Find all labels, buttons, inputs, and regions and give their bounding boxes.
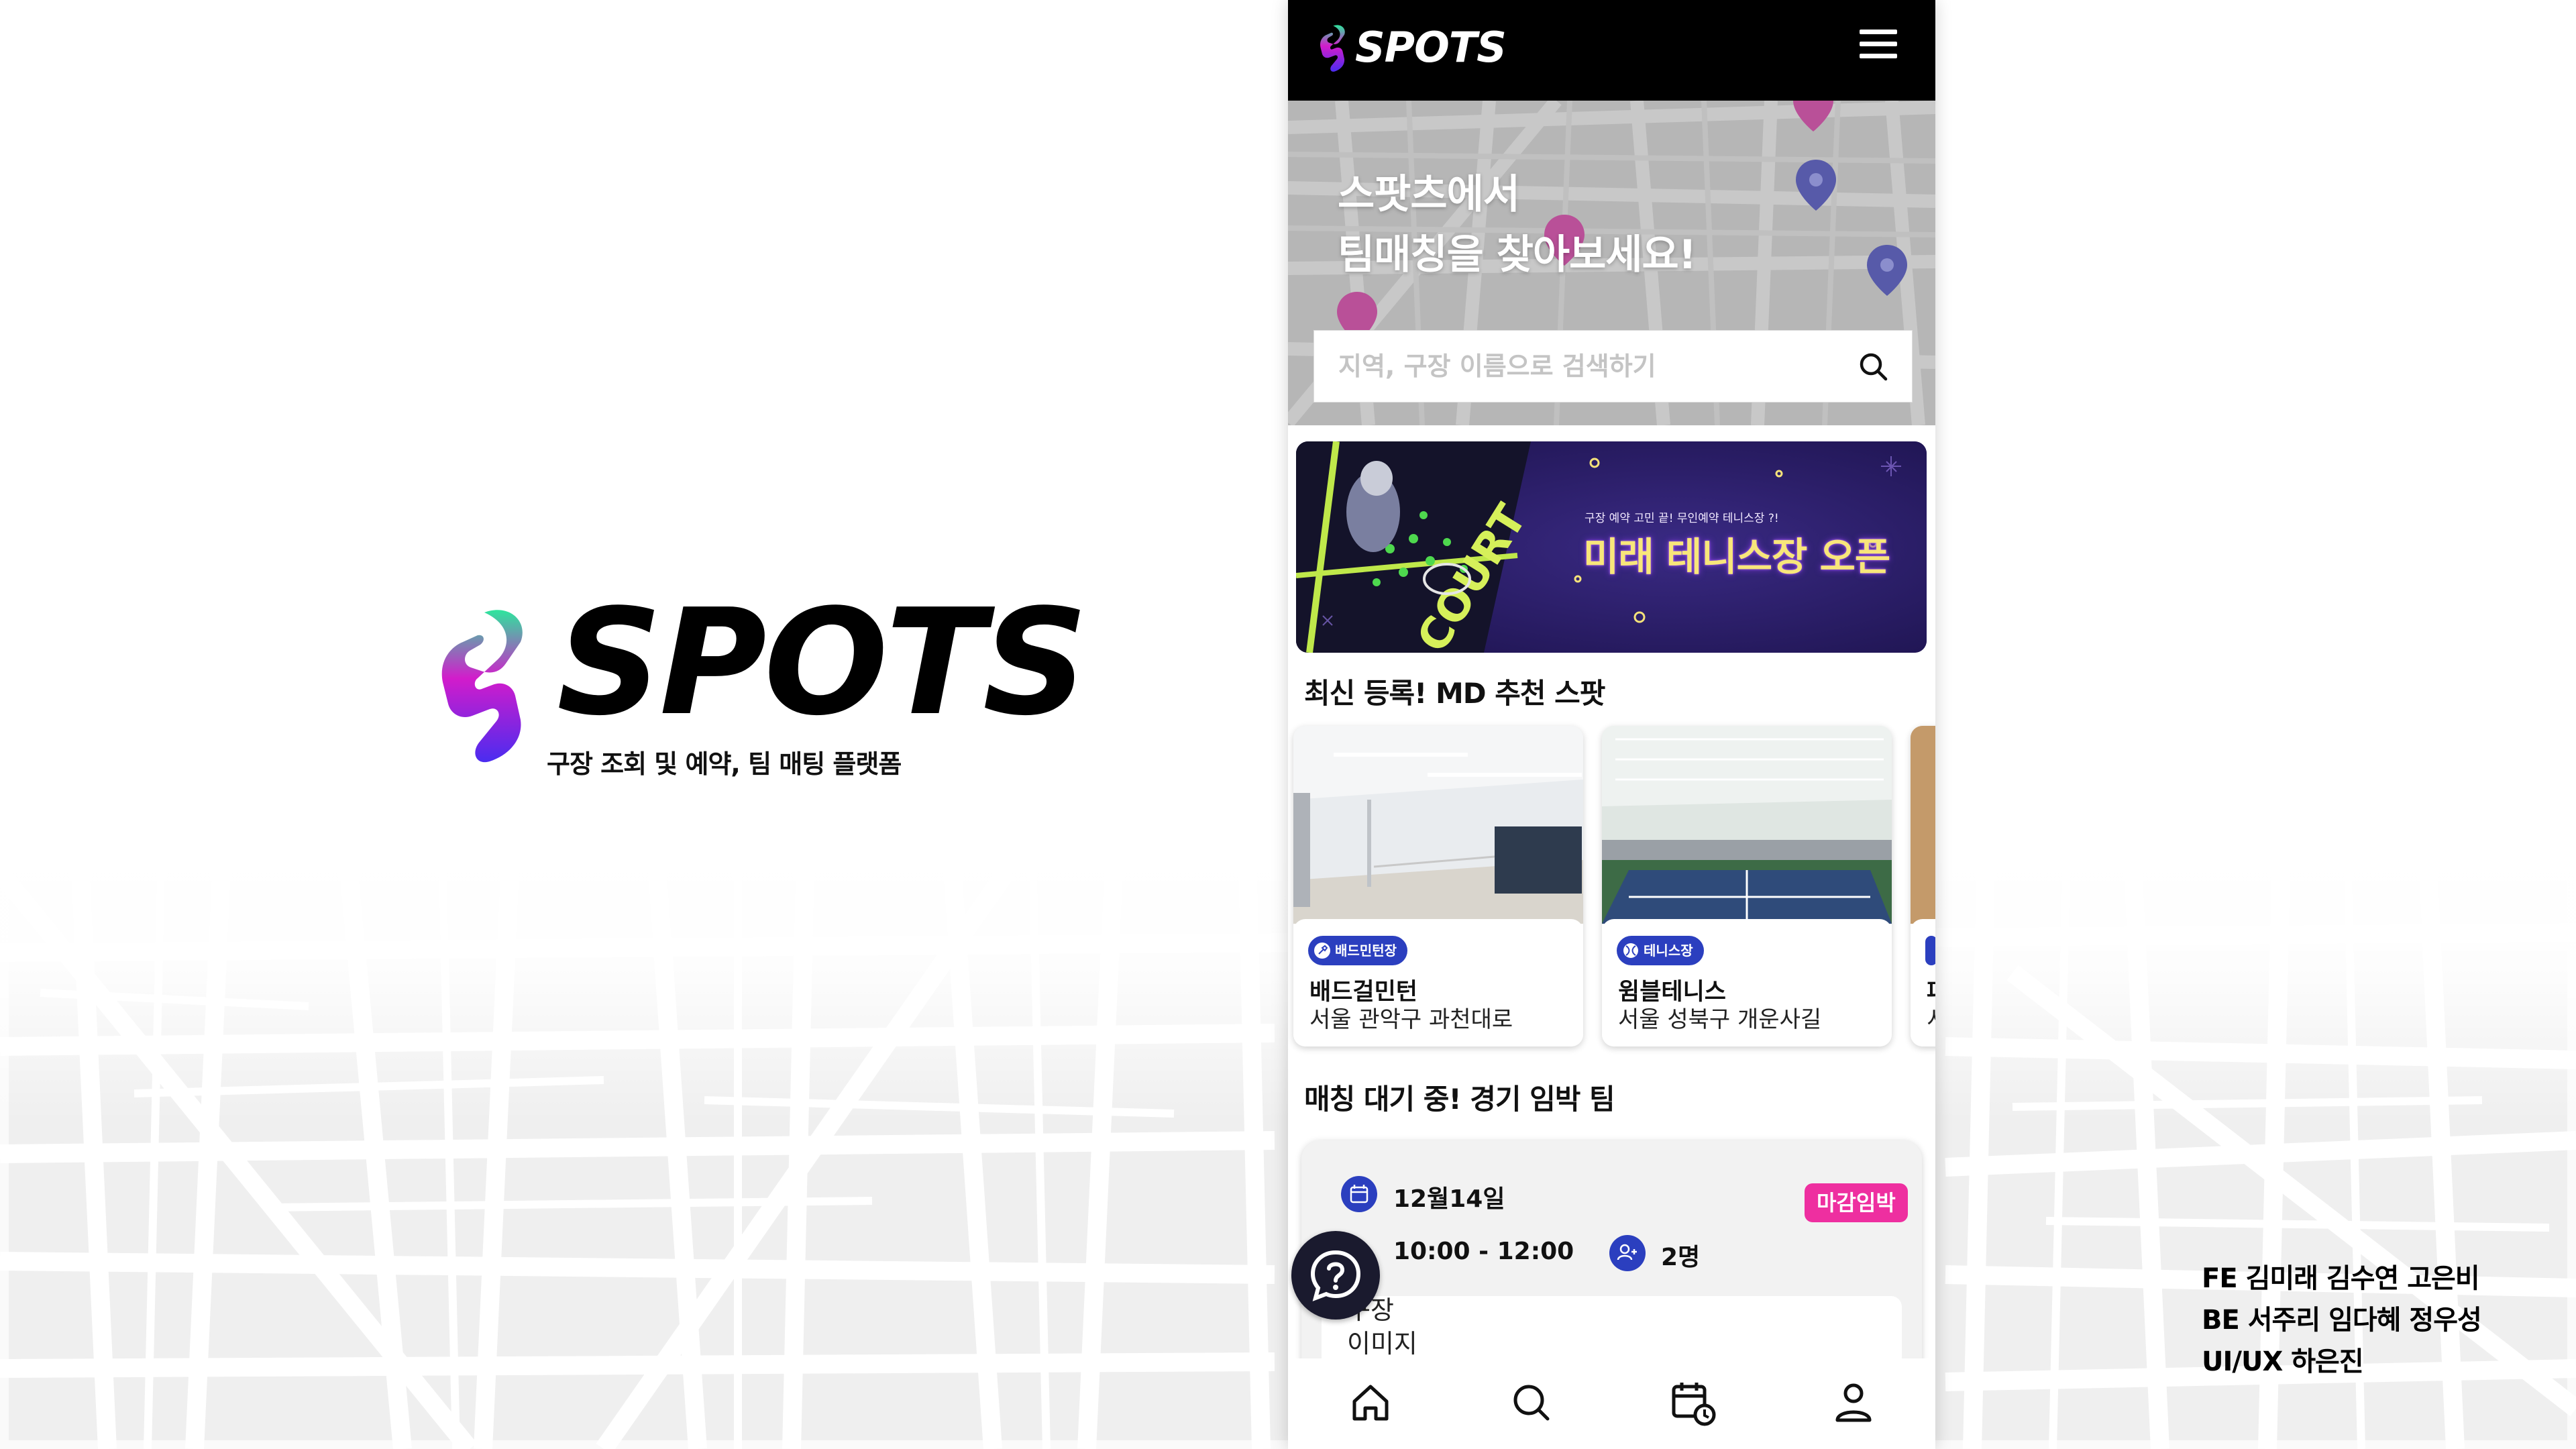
search-input[interactable] — [1314, 331, 1851, 402]
spot-card[interactable]: 테니스장 윔블테니스 서울 성북구 개운사길 — [1602, 726, 1892, 1046]
calendar-clock-icon[interactable] — [1667, 1377, 1718, 1428]
hero-title: 스팟츠에서 팀매칭을 찾아보세요! — [1338, 164, 1697, 285]
sport-type-badge — [1925, 936, 1935, 965]
credits-fe: FE 김미래 김수연 고은비 — [2202, 1263, 2480, 1294]
spot-image-partial — [1911, 726, 1935, 924]
spot-card[interactable]: 파 서 — [1911, 726, 1935, 1046]
spot-address: 서울 관악구 과천대로 — [1309, 1006, 1513, 1033]
recommend-section-title: 최신 등록! MD 추천 스팟 — [1304, 677, 1605, 710]
spot-address: 서울 성북구 개운사길 — [1618, 1006, 1822, 1033]
match-people-count: 2명 — [1661, 1244, 1701, 1271]
badminton-icon — [1314, 942, 1330, 959]
spots-logo-icon[interactable] — [1318, 24, 1347, 72]
search-bar — [1313, 330, 1913, 402]
matching-section-title: 매칭 대기 중! 경기 임박 팀 — [1304, 1083, 1615, 1116]
sport-type-label: 배드민턴장 — [1335, 943, 1397, 959]
people-icon — [1609, 1235, 1646, 1271]
brand-tagline: 구장 조회 및 예약, 팀 매팅 플랫폼 — [547, 749, 902, 779]
credits-uiux: UI/UX 하은진 — [2202, 1346, 2364, 1377]
banner-title: 미래 테니스장 오픈 — [1583, 534, 1890, 580]
deadline-badge: 마감임박 — [1805, 1183, 1908, 1222]
spot-image-tennis — [1602, 726, 1892, 924]
header-wordmark[interactable]: SPOTS — [1355, 23, 1507, 72]
spots-logo-mark — [441, 610, 523, 763]
image-placeholder-line2: 이미지 — [1347, 1329, 1417, 1358]
help-chat-button[interactable] — [1291, 1231, 1380, 1320]
sport-type-label: 테니스장 — [1644, 943, 1693, 959]
tennis-icon — [1623, 943, 1638, 958]
bottom-navigation — [1288, 1358, 1935, 1449]
help-chat-icon — [1310, 1250, 1361, 1301]
search-icon[interactable] — [1856, 350, 1891, 384]
calendar-icon — [1341, 1176, 1377, 1212]
sport-type-badge: 배드민턴장 — [1308, 936, 1407, 965]
promo-banner[interactable]: COURT 구장 예약 고민 끝! 무인예약 테니스장 ?! 미래 테니스장 오… — [1296, 441, 1927, 653]
hero-title-line2: 팀매칭을 찾아보세요! — [1338, 231, 1697, 278]
app-header: SPOTS — [1288, 0, 1935, 101]
hero-section: 스팟츠에서 팀매칭을 찾아보세요! — [1288, 101, 1935, 425]
spot-image-badminton — [1293, 726, 1583, 924]
hero-title-line1: 스팟츠에서 — [1338, 171, 1520, 218]
spot-card[interactable]: 배드민턴장 배드걸민턴 서울 관악구 과천대로 — [1293, 726, 1583, 1046]
spot-card-body: 파 서 — [1911, 919, 1935, 1046]
sport-type-badge: 테니스장 — [1617, 936, 1704, 965]
brand-wordmark: SPOTS — [557, 578, 1088, 748]
user-icon[interactable] — [1828, 1377, 1879, 1428]
team-credits: FE 김미래 김수연 고은비 BE 서주리 임다혜 정우성 UI/UX 하은진 — [2202, 1258, 2482, 1383]
spot-card-body: 테니스장 윔블테니스 서울 성북구 개운사길 — [1602, 919, 1892, 1046]
match-time: 10:00 - 12:00 — [1393, 1238, 1574, 1265]
home-icon[interactable] — [1345, 1377, 1396, 1428]
spot-address: 서 — [1927, 1001, 1935, 1034]
search-icon[interactable] — [1506, 1377, 1557, 1428]
hamburger-icon[interactable] — [1858, 28, 1898, 62]
mobile-app-screen: SPOTS 스팟츠에서 팀매칭을 찾아보세요! 지역, 구장 이름으로 검색하기… — [1288, 0, 1935, 1449]
banner-subtitle: 구장 예약 고민 끝! 무인예약 테니스장 ?! — [1585, 512, 1779, 525]
credits-be: BE 서주리 임다혜 정우성 — [2202, 1305, 2482, 1336]
spot-card-body: 배드민턴장 배드걸민턴 서울 관악구 과천대로 — [1293, 919, 1583, 1046]
match-date: 12월14일 — [1393, 1185, 1505, 1213]
